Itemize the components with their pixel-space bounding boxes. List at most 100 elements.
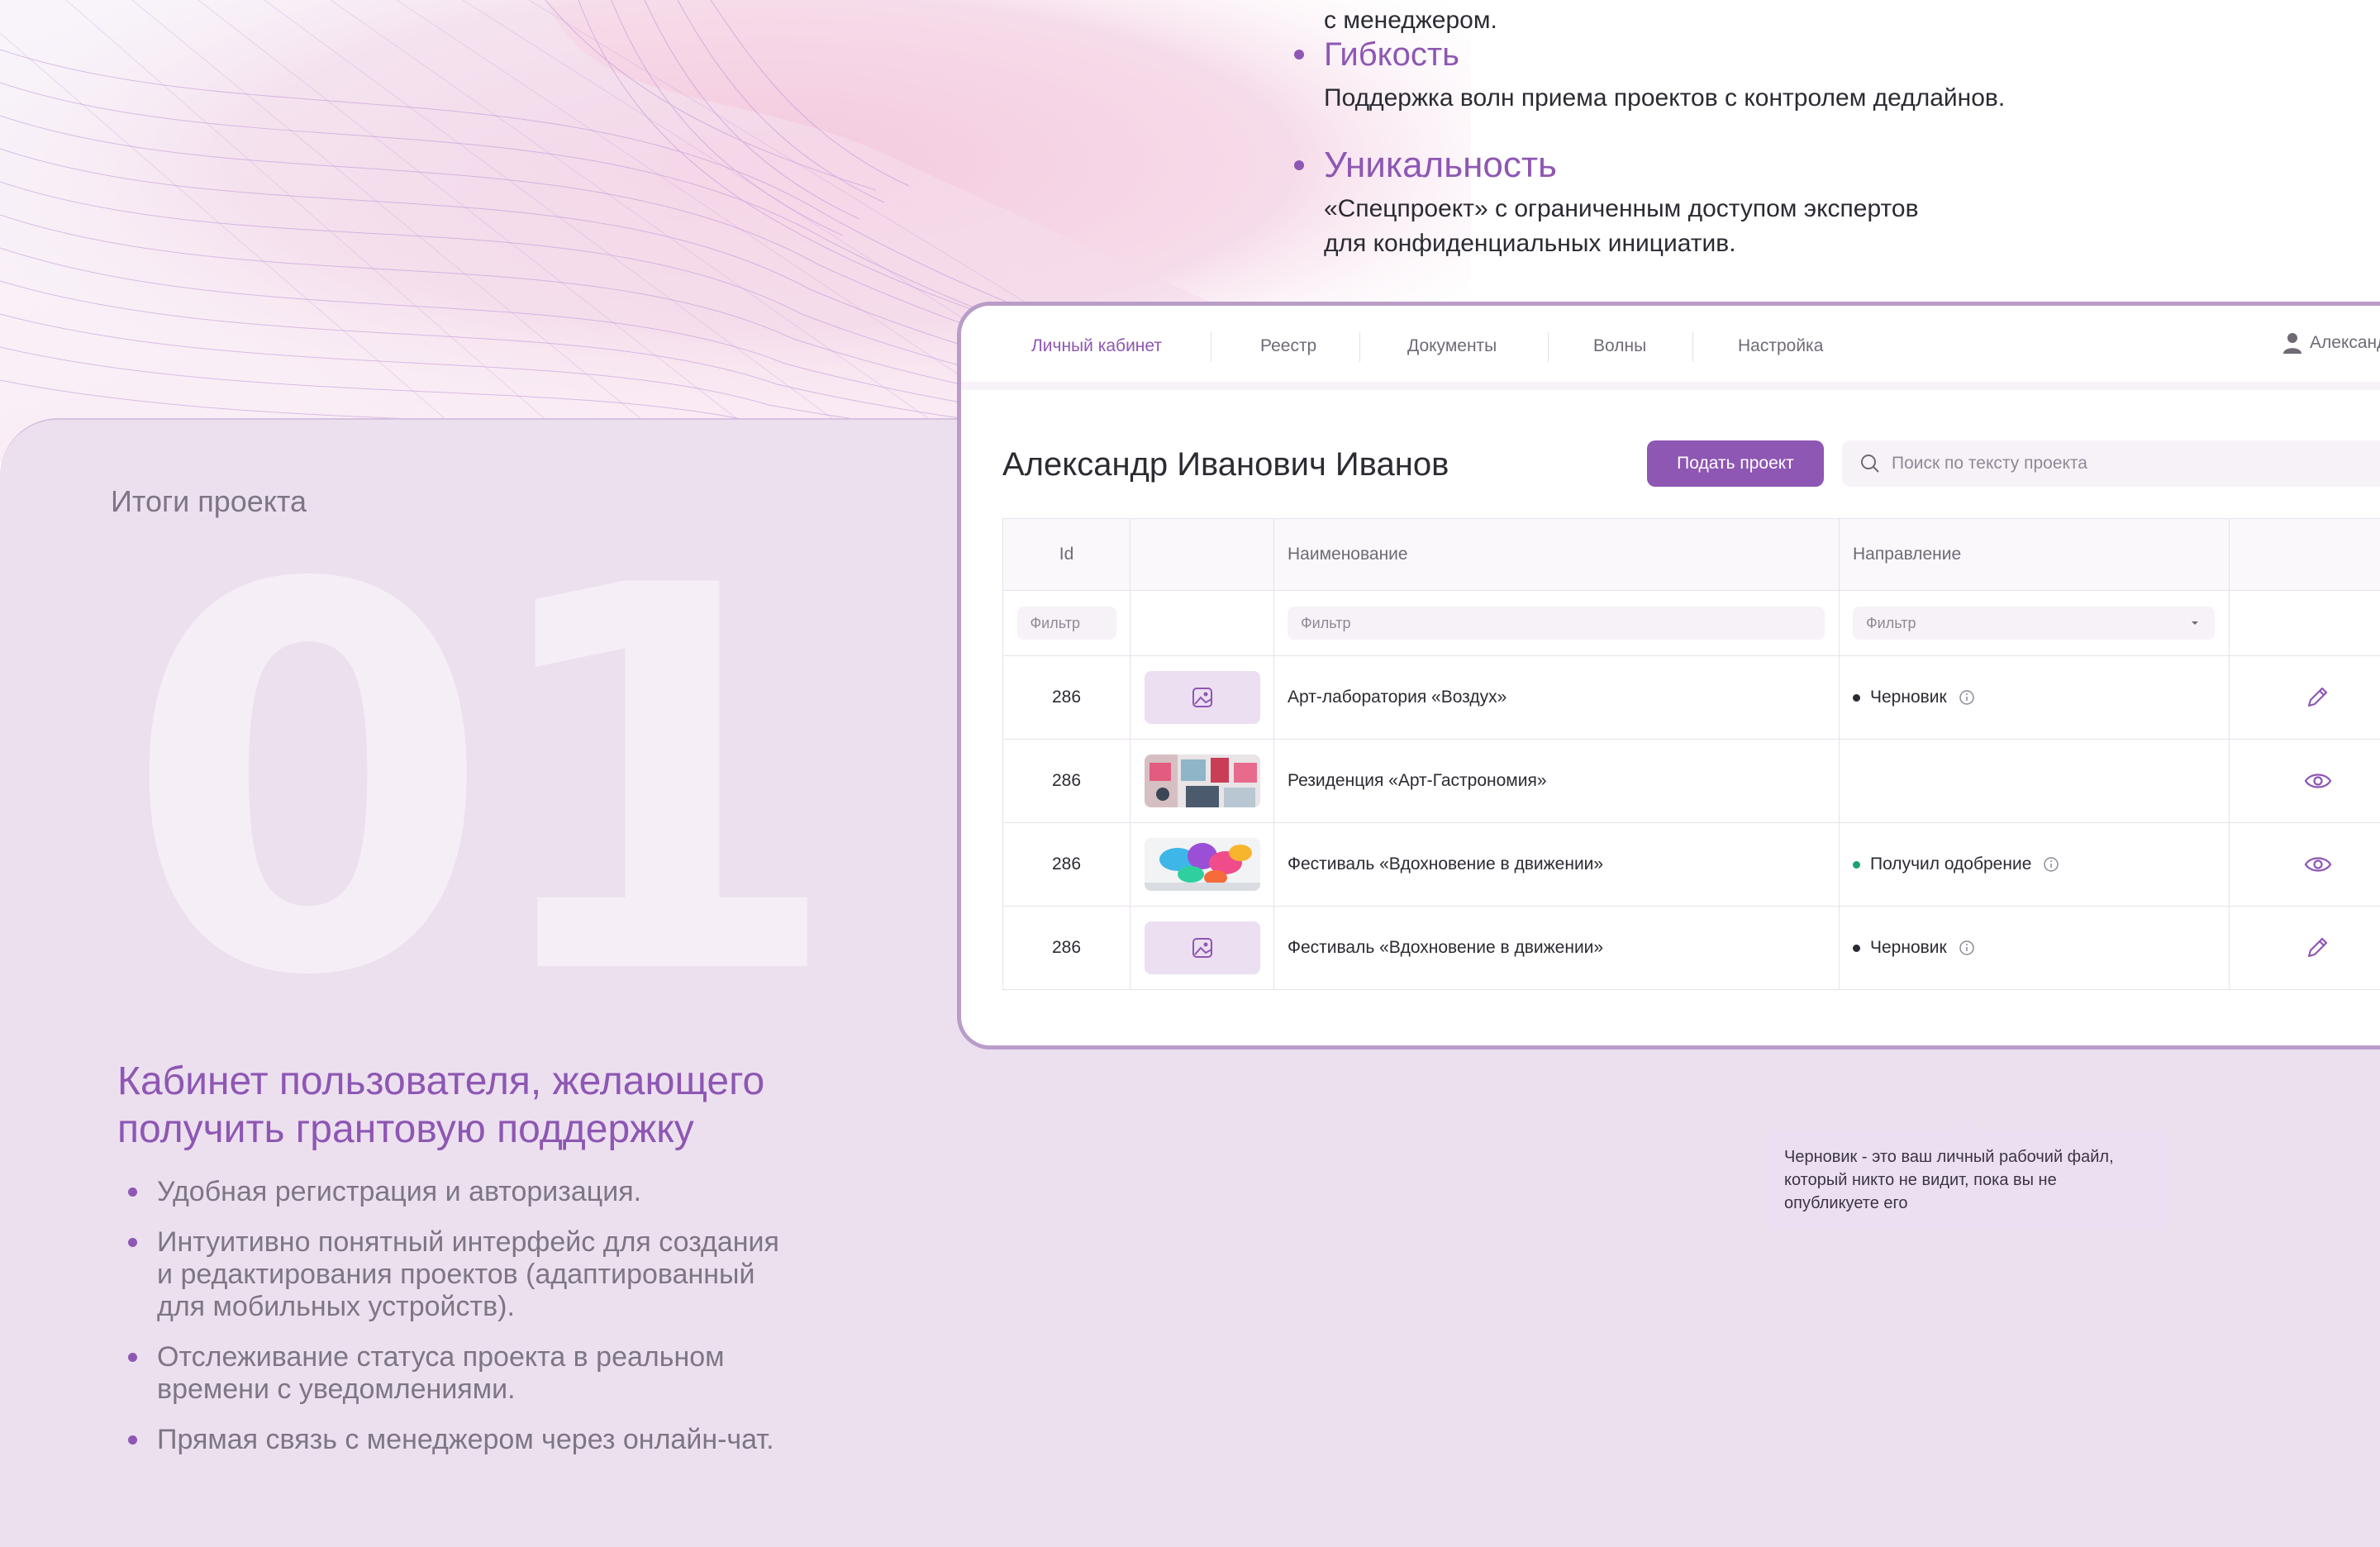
nav-item-waves[interactable]: Волны bbox=[1593, 336, 1646, 356]
section-number: 01 bbox=[124, 475, 844, 1091]
status-badge: Получил одобрение bbox=[1853, 854, 2059, 874]
row-status-cell: Черновик bbox=[1839, 907, 2229, 989]
info-icon[interactable] bbox=[1959, 940, 1975, 956]
status-tooltip: Черновик - это ваш личный рабочий файл, … bbox=[1766, 1130, 2169, 1230]
row-id: 286 bbox=[1002, 740, 1130, 822]
user-icon bbox=[2283, 333, 2301, 354]
filter-cell: Фильтр bbox=[1273, 591, 1839, 655]
nav-item-cabinet[interactable]: Личный кабинет bbox=[1031, 336, 1162, 356]
feature-line: времени с уведомлениями. bbox=[157, 1373, 516, 1405]
row-status-cell: Получил одобрение bbox=[1839, 823, 2229, 906]
feature-title: Уникальность bbox=[1324, 145, 1557, 185]
row-image-cell bbox=[1130, 907, 1273, 989]
page-title: Александр Иванович Иванов bbox=[1002, 446, 1449, 483]
row-action-cell bbox=[2229, 907, 2380, 989]
row-name: Фестиваль «Вдохновение в движении» bbox=[1273, 823, 1839, 906]
feature-title: Гибкость bbox=[1324, 36, 1460, 73]
headline-line: получить грантовую поддержку bbox=[117, 1107, 694, 1151]
search-placeholder: Поиск по тексту проекта bbox=[1892, 454, 2087, 473]
feature-item: Отслеживание статуса проекта в реальном … bbox=[117, 1341, 828, 1406]
status-label: Черновик bbox=[1870, 688, 1947, 707]
row-id: 286 bbox=[1002, 656, 1130, 739]
feature-line: Отслеживание статуса проекта в реальном bbox=[157, 1341, 725, 1373]
feature-line: и редактирования проектов (адаптированны… bbox=[157, 1259, 755, 1290]
submit-project-button[interactable]: Подать проект bbox=[1647, 440, 1824, 487]
pencil-icon[interactable] bbox=[2304, 684, 2330, 711]
column-header-direction[interactable]: Направление bbox=[1839, 519, 2229, 590]
column-header-id[interactable]: Id bbox=[1002, 519, 1130, 590]
row-status-cell: Черновик bbox=[1839, 656, 2229, 739]
image-placeholder[interactable] bbox=[1144, 921, 1260, 974]
row-status-cell bbox=[1839, 740, 2229, 822]
table-row[interactable]: 286 Резиденция «Арт-Гастрономия» bbox=[1002, 740, 2380, 823]
row-name: Фестиваль «Вдохновение в движении» bbox=[1273, 907, 1839, 989]
feature-item: Удобная регистрация и авторизация. bbox=[117, 1176, 828, 1208]
eye-icon[interactable] bbox=[2304, 854, 2332, 874]
filter-row: Фильтр Фильтр Фильтр bbox=[1002, 591, 2380, 656]
filter-id-input[interactable]: Фильтр bbox=[1016, 607, 1116, 640]
nav-divider bbox=[1548, 332, 1549, 362]
column-header-image bbox=[1130, 519, 1273, 590]
app-window: Личный кабинет Реестр Документы Волны На… bbox=[957, 302, 2380, 1050]
feature-text-line: «Спецпроект» с ограниченным доступом экс… bbox=[1324, 195, 1919, 222]
photo-gallery-thumbnail[interactable] bbox=[1144, 754, 1260, 807]
table-row[interactable]: 286 Арт-лаборатория «Воздух» Черновик bbox=[1002, 656, 2380, 740]
nav-item-settings[interactable]: Настройка bbox=[1738, 336, 1823, 356]
nav-item-documents[interactable]: Документы bbox=[1407, 336, 1497, 356]
feature-item: Прямая связь с менеджером через онлайн-ч… bbox=[117, 1424, 828, 1456]
row-id: 286 bbox=[1002, 907, 1130, 989]
row-name: Арт-лаборатория «Воздух» bbox=[1273, 656, 1839, 739]
feature-line: Удобная регистрация и авторизация. bbox=[157, 1176, 642, 1207]
search-icon bbox=[1861, 455, 1879, 473]
cut-text: с менеджером. bbox=[1324, 7, 1497, 34]
features-list: Удобная регистрация и авторизация. Интуи… bbox=[117, 1176, 828, 1474]
filter-cell: Фильтр bbox=[1839, 591, 2229, 655]
filter-name-input[interactable]: Фильтр bbox=[1288, 607, 1825, 640]
feature-text: Поддержка волн приема проектов с контрол… bbox=[1324, 84, 2006, 112]
row-name: Резиденция «Арт-Гастрономия» bbox=[1273, 740, 1839, 822]
image-icon bbox=[1192, 938, 1212, 958]
row-action-cell bbox=[2229, 656, 2380, 739]
status-badge: Черновик bbox=[1853, 688, 1975, 707]
photo-paint-thumbnail[interactable] bbox=[1144, 838, 1260, 891]
info-icon[interactable] bbox=[1959, 689, 1975, 706]
status-dot bbox=[1853, 944, 1860, 952]
bullet-dot bbox=[1294, 50, 1304, 60]
filter-direction-label: Фильтр bbox=[1866, 614, 1916, 631]
tooltip-line: который никто не видит, пока вы не bbox=[1784, 1171, 2057, 1189]
feature-line: для мобильных устройств). bbox=[157, 1291, 515, 1322]
feature-uniqueness: Уникальность «Спецпроект» с ограниченным… bbox=[1289, 144, 2198, 261]
filter-cell bbox=[1130, 591, 1273, 655]
user-menu[interactable]: Александр Иванович Иванов bbox=[2283, 332, 2380, 354]
tooltip-line: Черновик - это ваш личный рабочий файл, bbox=[1784, 1148, 2114, 1166]
status-label: Получил одобрение bbox=[1870, 854, 2032, 873]
eye-icon[interactable] bbox=[2304, 771, 2332, 791]
filter-cell: Фильтр bbox=[1002, 591, 1130, 655]
status-dot bbox=[1853, 860, 1860, 869]
table-row[interactable]: 286 Фестиваль «Вдохновение в движении» Ч… bbox=[1002, 907, 2380, 990]
column-header-name[interactable]: Наименование bbox=[1273, 519, 1839, 590]
filter-direction-select[interactable]: Фильтр bbox=[1853, 607, 2215, 640]
filter-cell bbox=[2229, 591, 2380, 655]
info-icon[interactable] bbox=[2043, 856, 2059, 873]
nav-divider bbox=[1692, 332, 1693, 362]
feature-text-line: для конфиденциальных инициатив. bbox=[1324, 230, 1736, 257]
status-label: Черновик bbox=[1870, 938, 1947, 957]
pencil-icon[interactable] bbox=[2304, 935, 2330, 961]
nav-item-registry[interactable]: Реестр bbox=[1260, 336, 1316, 356]
status-badge: Черновик bbox=[1853, 938, 1975, 958]
row-image-cell bbox=[1130, 740, 1273, 822]
nav-divider bbox=[1359, 332, 1360, 362]
search-input[interactable]: Поиск по тексту проекта bbox=[1842, 440, 2380, 487]
headline-line: Кабинет пользователя, желающего bbox=[117, 1059, 765, 1103]
section-headline: Кабинет пользователя, желающего получить… bbox=[117, 1058, 861, 1154]
row-id: 286 bbox=[1002, 823, 1130, 906]
projects-table: Id Наименование Направление Фильтр Фильт… bbox=[1002, 518, 2380, 990]
image-placeholder[interactable] bbox=[1144, 671, 1260, 724]
table-row[interactable]: 286 Фестиваль «Вдохновение в движении» П… bbox=[1002, 823, 2380, 907]
status-dot bbox=[1853, 693, 1860, 702]
nav-shadow bbox=[961, 382, 2380, 390]
feature-item: Интуитивно понятный интерфейс для создан… bbox=[117, 1226, 828, 1323]
bullet-dot bbox=[128, 1353, 137, 1362]
top-nav: Личный кабинет Реестр Документы Волны На… bbox=[961, 306, 2380, 388]
